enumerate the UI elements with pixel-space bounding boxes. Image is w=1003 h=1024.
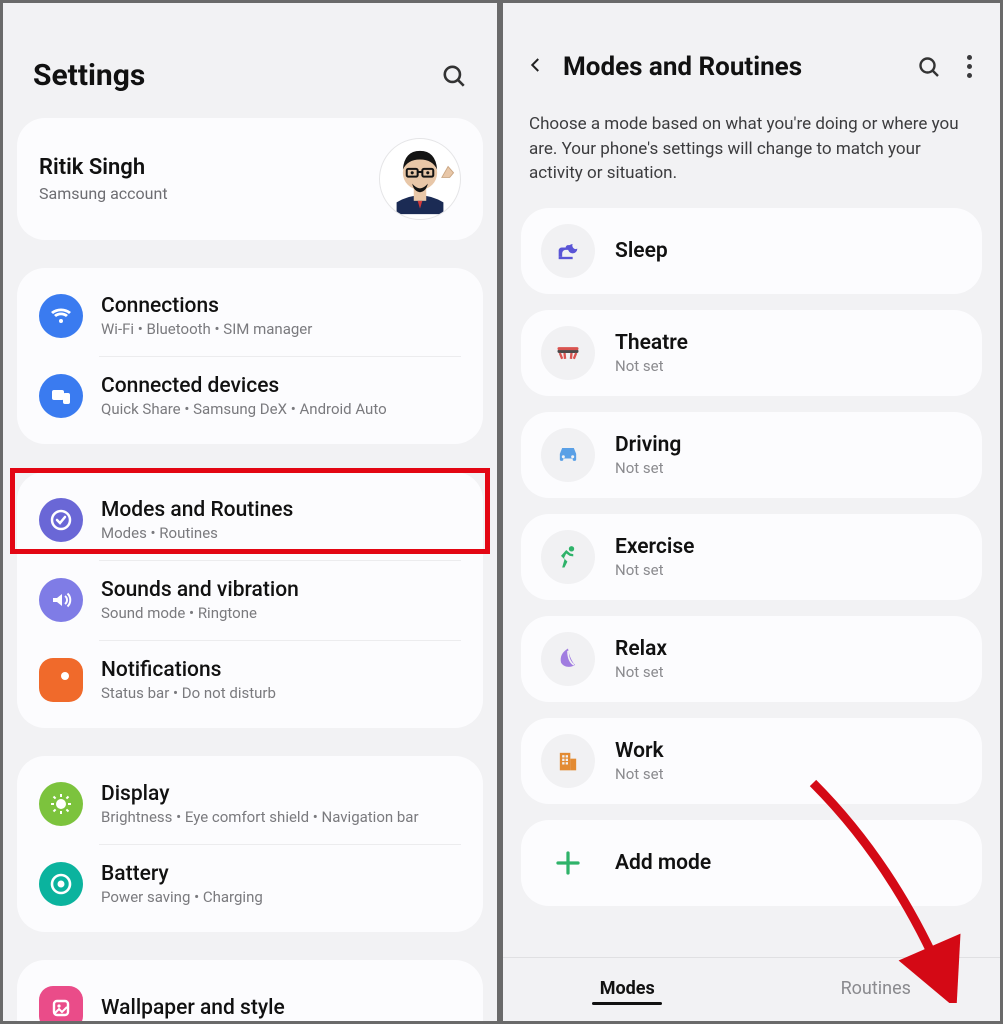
- mode-text: Work Not set: [615, 739, 664, 783]
- settings-group-1: Modes and Routines Modes • Routines Soun…: [17, 472, 483, 728]
- row-connected-devices[interactable]: Connected devices Quick Share • Samsung …: [17, 356, 483, 436]
- row-sounds-vibration[interactable]: Sounds and vibration Sound mode • Ringto…: [17, 560, 483, 640]
- relax-icon: [541, 632, 595, 686]
- settings-screen: Settings Ritik Singh Samsung account: [0, 0, 500, 1024]
- mode-title: Theatre: [615, 331, 688, 355]
- driving-icon: [541, 428, 595, 482]
- row-title: Wallpaper and style: [101, 996, 285, 1020]
- exercise-icon: [541, 530, 595, 584]
- row-sub: Quick Share • Samsung DeX • Android Auto: [101, 400, 387, 418]
- mode-sub: Not set: [615, 561, 694, 579]
- mode-sub: Not set: [615, 663, 667, 681]
- row-wallpaper[interactable]: Wallpaper and style: [17, 968, 483, 1024]
- search-icon[interactable]: [441, 63, 467, 89]
- mode-text: Driving Not set: [615, 433, 681, 477]
- sound-icon: [39, 578, 83, 622]
- row-notifications[interactable]: Notifications Status bar • Do not distur…: [17, 640, 483, 720]
- row-title: Display: [101, 782, 419, 806]
- mode-title: Exercise: [615, 535, 694, 559]
- theatre-icon: [541, 326, 595, 380]
- devices-icon: [39, 374, 83, 418]
- row-text: Notifications Status bar • Do not distur…: [101, 658, 276, 702]
- row-sub: Modes • Routines: [101, 524, 293, 542]
- profile-text: Ritik Singh Samsung account: [39, 155, 168, 203]
- mode-text: Sleep: [615, 239, 668, 263]
- mode-title: Driving: [615, 433, 681, 457]
- row-title: Modes and Routines: [101, 498, 293, 522]
- row-title: Connected devices: [101, 374, 387, 398]
- row-title: Connections: [101, 294, 312, 318]
- modes-routines-screen: Modes and Routines Choose a mode based o…: [500, 0, 1003, 1024]
- row-battery[interactable]: Battery Power saving • Charging: [17, 844, 483, 924]
- row-text: Connected devices Quick Share • Samsung …: [101, 374, 387, 418]
- settings-title: Settings: [33, 58, 145, 93]
- profile-sub: Samsung account: [39, 184, 168, 203]
- work-icon: [541, 734, 595, 788]
- settings-group-2: Display Brightness • Eye comfort shield …: [17, 756, 483, 932]
- mode-relax[interactable]: Relax Not set: [521, 616, 982, 702]
- row-text: Battery Power saving • Charging: [101, 862, 263, 906]
- avatar[interactable]: [379, 138, 461, 220]
- mode-title: Relax: [615, 637, 667, 661]
- row-connections[interactable]: Connections Wi-Fi • Bluetooth • SIM mana…: [17, 276, 483, 356]
- notifications-icon: [39, 658, 83, 702]
- row-text: Display Brightness • Eye comfort shield …: [101, 782, 419, 826]
- more-icon[interactable]: [963, 51, 976, 82]
- mode-work[interactable]: Work Not set: [521, 718, 982, 804]
- row-sub: Brightness • Eye comfort shield • Naviga…: [101, 808, 419, 826]
- profile-card[interactable]: Ritik Singh Samsung account: [17, 118, 483, 240]
- row-title: Sounds and vibration: [101, 578, 299, 602]
- row-sub: Wi-Fi • Bluetooth • SIM manager: [101, 320, 312, 338]
- row-sub: Sound mode • Ringtone: [101, 604, 299, 622]
- mode-theatre[interactable]: Theatre Not set: [521, 310, 982, 396]
- mode-list: Sleep Theatre Not set Driving Not set: [503, 208, 1000, 957]
- modes-header: Modes and Routines: [503, 3, 1000, 94]
- tab-routines[interactable]: Routines: [752, 958, 1001, 1021]
- mode-driving[interactable]: Driving Not set: [521, 412, 982, 498]
- modes-icon: [39, 498, 83, 542]
- row-text: Connections Wi-Fi • Bluetooth • SIM mana…: [101, 294, 312, 338]
- row-sub: Status bar • Do not disturb: [101, 684, 276, 702]
- row-title: Notifications: [101, 658, 276, 682]
- mode-text: Add mode: [615, 851, 711, 875]
- back-icon[interactable]: [527, 56, 545, 78]
- wifi-icon: [39, 294, 83, 338]
- mode-title: Sleep: [615, 239, 668, 263]
- mode-text: Theatre Not set: [615, 331, 688, 375]
- mode-sub: Not set: [615, 459, 681, 477]
- settings-group-3: Wallpaper and style: [17, 960, 483, 1024]
- mode-text: Exercise Not set: [615, 535, 694, 579]
- display-icon: [39, 782, 83, 826]
- mode-sub: Not set: [615, 357, 688, 375]
- plus-icon: [541, 836, 595, 890]
- profile-name: Ritik Singh: [39, 155, 168, 180]
- header-actions: [917, 51, 976, 82]
- mode-sub: Not set: [615, 765, 664, 783]
- mode-sleep[interactable]: Sleep: [521, 208, 982, 294]
- row-modes-and-routines[interactable]: Modes and Routines Modes • Routines: [17, 480, 483, 560]
- search-icon[interactable]: [917, 55, 941, 79]
- modes-title: Modes and Routines: [563, 52, 899, 82]
- row-title: Battery: [101, 862, 263, 886]
- settings-header: Settings: [3, 3, 497, 118]
- bottom-tabs: Modes Routines: [503, 957, 1000, 1021]
- row-text: Modes and Routines Modes • Routines: [101, 498, 293, 542]
- add-mode-label: Add mode: [615, 851, 711, 875]
- mode-title: Work: [615, 739, 664, 763]
- settings-group-0: Connections Wi-Fi • Bluetooth • SIM mana…: [17, 268, 483, 444]
- wallpaper-icon: [39, 986, 83, 1024]
- modes-description: Choose a mode based on what you're doing…: [503, 94, 1000, 208]
- tab-modes[interactable]: Modes: [503, 958, 752, 1021]
- row-text: Wallpaper and style: [101, 996, 285, 1020]
- mode-exercise[interactable]: Exercise Not set: [521, 514, 982, 600]
- row-display[interactable]: Display Brightness • Eye comfort shield …: [17, 764, 483, 844]
- row-sub: Power saving • Charging: [101, 888, 263, 906]
- add-mode[interactable]: Add mode: [521, 820, 982, 906]
- mode-text: Relax Not set: [615, 637, 667, 681]
- row-text: Sounds and vibration Sound mode • Ringto…: [101, 578, 299, 622]
- battery-icon: [39, 862, 83, 906]
- sleep-icon: [541, 224, 595, 278]
